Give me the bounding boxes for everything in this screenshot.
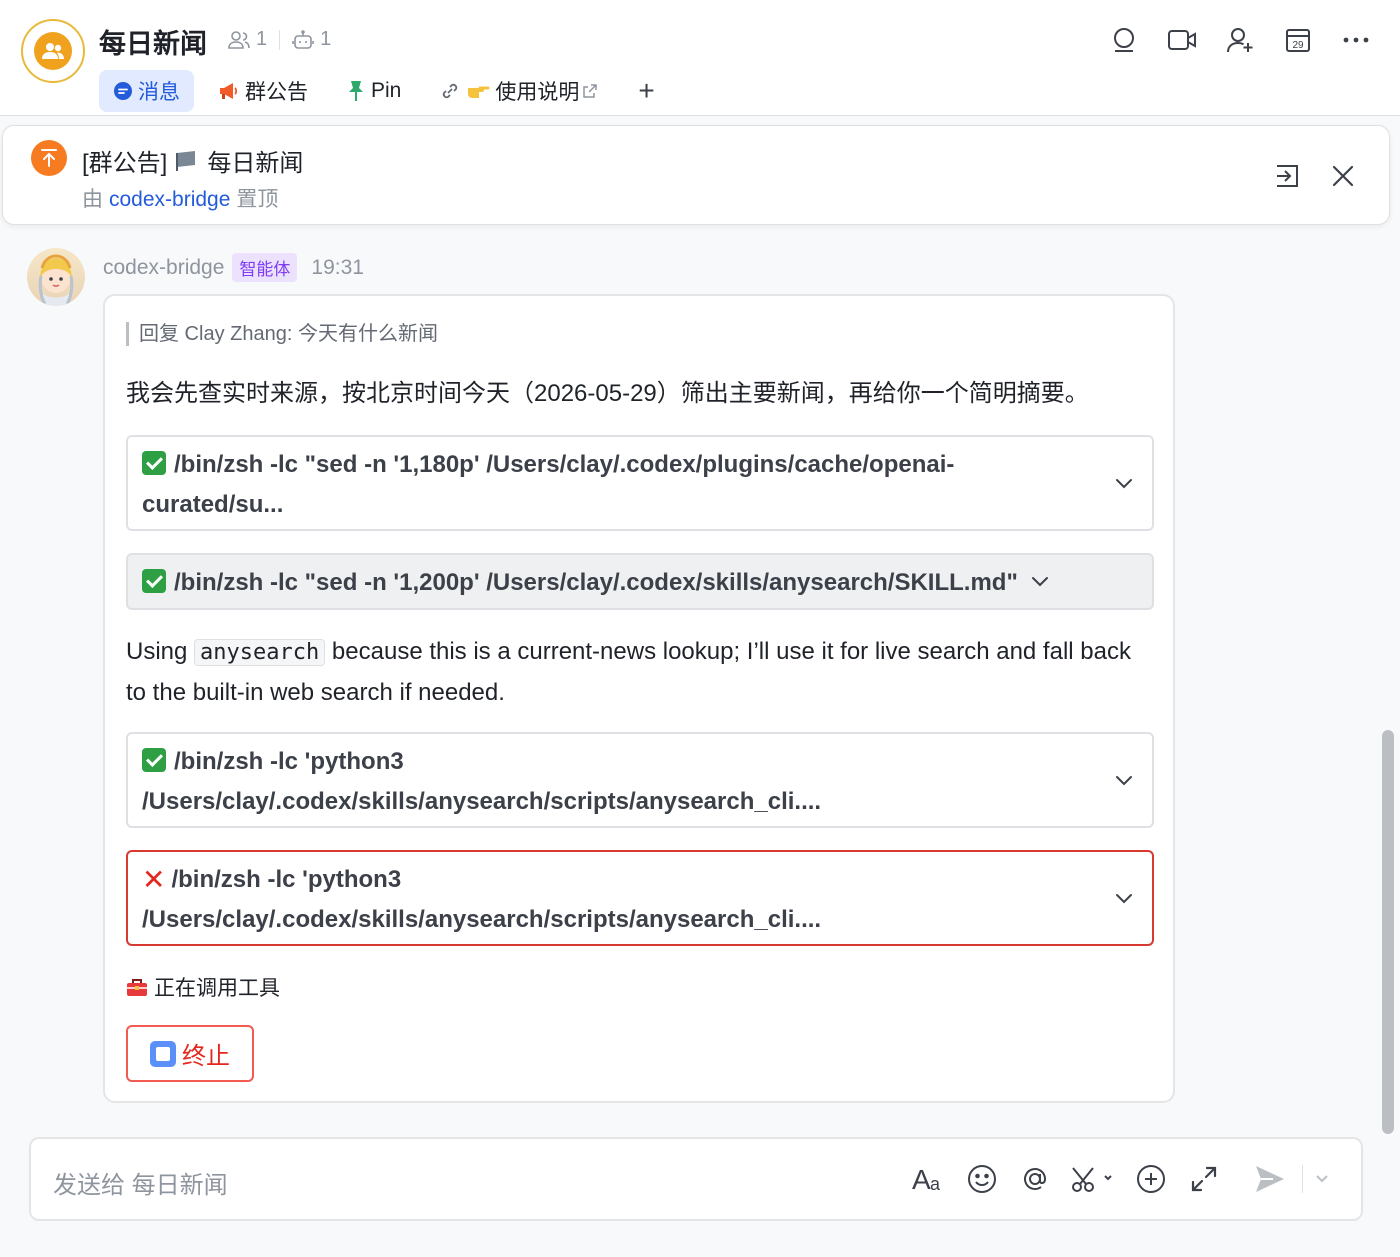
tool-command: /bin/zsh -lc "sed -n '1,180p' /Users/cla… bbox=[142, 451, 955, 518]
message-header: codex-bridge 智能体 19:31 bbox=[103, 253, 364, 282]
chat-meta: 1 1 bbox=[228, 28, 331, 51]
mention-icon[interactable] bbox=[1017, 1161, 1053, 1197]
tab-announcement[interactable]: 群公告 bbox=[204, 70, 322, 112]
calendar-day: 29 bbox=[1292, 40, 1304, 51]
send-icon[interactable] bbox=[1252, 1161, 1288, 1197]
chat-header: 每日新闻 1 1 29 消息 群公告 Pin 使用说明 + bbox=[0, 0, 1400, 116]
stop-button[interactable]: 终止 bbox=[126, 1025, 254, 1082]
pointing-hand-icon bbox=[466, 82, 490, 100]
tool-call-text: /bin/zsh -lc "sed -n '1,180p' /Users/cla… bbox=[142, 445, 1082, 525]
stop-label: 终止 bbox=[182, 1043, 230, 1070]
message-composer[interactable]: 发送给 每日新闻 Aa bbox=[29, 1137, 1363, 1221]
tool-call-card[interactable]: /bin/zsh -lc "sed -n '1,200p' /Users/cla… bbox=[126, 553, 1154, 610]
tool-call-text: ✕/bin/zsh -lc 'python3 /Users/clay/.code… bbox=[142, 860, 1082, 940]
scrollbar[interactable] bbox=[1382, 730, 1394, 1134]
pinned-by-user[interactable]: codex-bridge bbox=[109, 188, 230, 211]
toolbox-icon bbox=[126, 977, 148, 997]
svg-text:A: A bbox=[912, 1164, 931, 1194]
chevron-down-icon[interactable] bbox=[1114, 771, 1134, 789]
screenshot-scissors-icon[interactable] bbox=[1070, 1161, 1116, 1197]
composer-toolbar: Aa bbox=[894, 1161, 1333, 1197]
external-link-icon bbox=[583, 84, 598, 98]
announcement-tag: [群公告] bbox=[82, 150, 168, 177]
chat-bubble-icon bbox=[113, 81, 133, 101]
announcement-title: [群公告] 每日新闻 bbox=[82, 143, 303, 178]
pin-icon bbox=[346, 80, 366, 102]
chat-title[interactable]: 每日新闻 bbox=[99, 22, 207, 61]
success-check-icon bbox=[142, 748, 166, 772]
message-bubble: 回复 Clay Zhang: 今天有什么新闻 我会先查实时来源，按北京时间今天（… bbox=[103, 294, 1175, 1103]
bot-count: 1 bbox=[320, 28, 332, 50]
agent-badge: 智能体 bbox=[232, 253, 298, 282]
link-icon bbox=[439, 81, 461, 101]
chevron-down-icon[interactable] bbox=[1114, 889, 1134, 907]
emoji-icon[interactable] bbox=[964, 1161, 1000, 1197]
tab-label: 群公告 bbox=[245, 81, 308, 104]
tab-messages[interactable]: 消息 bbox=[99, 70, 194, 112]
stop-icon bbox=[150, 1040, 176, 1067]
sender-name[interactable]: codex-bridge bbox=[103, 256, 224, 280]
flag-icon bbox=[175, 150, 199, 172]
pinned-by-prefix: 由 bbox=[82, 188, 103, 211]
tool-call-card[interactable]: /bin/zsh -lc "sed -n '1,180p' /Users/cla… bbox=[126, 435, 1154, 531]
search-icon[interactable] bbox=[1108, 24, 1140, 56]
tool-command: /bin/zsh -lc "sed -n '1,200p' /Users/cla… bbox=[174, 569, 1018, 596]
tool-command: /bin/zsh -lc 'python3 /Users/clay/.codex… bbox=[142, 748, 822, 815]
chat-tabs: 消息 群公告 Pin 使用说明 + bbox=[99, 70, 667, 112]
send-options-chevron-icon[interactable] bbox=[1311, 1161, 1333, 1197]
tool-status: 正在调用工具 bbox=[126, 972, 280, 1002]
add-circle-icon[interactable] bbox=[1133, 1161, 1169, 1197]
calendar-icon[interactable]: 29 bbox=[1282, 24, 1314, 56]
announcement-pinned-by: 由 codex-bridge 置顶 bbox=[82, 183, 278, 213]
tab-usage-guide[interactable]: 使用说明 bbox=[425, 70, 616, 112]
inline-code: anysearch bbox=[194, 639, 326, 666]
font-format-icon[interactable]: Aa bbox=[911, 1161, 947, 1197]
explain-before: Using bbox=[126, 638, 188, 665]
member-count: 1 bbox=[256, 28, 268, 50]
expand-icon[interactable] bbox=[1186, 1161, 1222, 1197]
tab-label: Pin bbox=[371, 79, 402, 102]
group-avatar[interactable] bbox=[21, 19, 85, 83]
more-icon[interactable] bbox=[1340, 24, 1372, 56]
explanation-text: Using anysearch because this is a curren… bbox=[126, 632, 1136, 713]
tool-call-text: /bin/zsh -lc 'python3 /Users/clay/.codex… bbox=[142, 742, 1082, 822]
tab-label: 使用说明 bbox=[495, 81, 580, 104]
add-tab-button[interactable]: + bbox=[626, 75, 666, 107]
group-members-icon bbox=[34, 32, 72, 70]
tool-call-card[interactable]: /bin/zsh -lc 'python3 /Users/clay/.codex… bbox=[126, 732, 1154, 828]
header-actions: 29 bbox=[1082, 24, 1372, 56]
add-member-icon[interactable] bbox=[1224, 24, 1256, 56]
members-icon[interactable] bbox=[228, 30, 250, 50]
pinned-suffix: 置顶 bbox=[236, 188, 279, 211]
meta-divider bbox=[279, 29, 281, 50]
announcement-actions bbox=[1247, 160, 1359, 192]
video-call-icon[interactable] bbox=[1166, 24, 1198, 56]
intro-text: 我会先查实时来源，按北京时间今天（2026-05-29）筛出主要新闻，再给你一个… bbox=[126, 380, 1089, 407]
reply-quote[interactable]: 回复 Clay Zhang: 今天有什么新闻 bbox=[126, 322, 438, 346]
chevron-down-icon[interactable] bbox=[1030, 572, 1050, 590]
announcement-name: 每日新闻 bbox=[207, 150, 304, 177]
tool-command: /bin/zsh -lc 'python3 /Users/clay/.codex… bbox=[142, 866, 822, 933]
success-check-icon bbox=[142, 451, 166, 475]
megaphone-icon bbox=[218, 81, 240, 101]
tool-call-text: /bin/zsh -lc "sed -n '1,200p' /Users/cla… bbox=[142, 563, 1122, 603]
message-time: 19:31 bbox=[311, 255, 364, 279]
bot-icon[interactable] bbox=[292, 29, 314, 50]
tab-label: 消息 bbox=[138, 81, 180, 104]
chevron-down-icon[interactable] bbox=[1114, 474, 1134, 492]
status-text: 正在调用工具 bbox=[154, 977, 280, 1000]
collapse-icon[interactable] bbox=[1271, 160, 1303, 192]
composer-placeholder[interactable]: 发送给 每日新闻 bbox=[53, 1165, 228, 1200]
tool-call-card-error[interactable]: ✕/bin/zsh -lc 'python3 /Users/clay/.code… bbox=[126, 850, 1154, 946]
error-x-icon: ✕ bbox=[142, 864, 166, 895]
tab-pin[interactable]: Pin bbox=[332, 70, 415, 112]
svg-text:a: a bbox=[930, 1174, 941, 1194]
send-divider bbox=[1302, 1165, 1303, 1193]
pinned-announcement[interactable]: [群公告] 每日新闻 由 codex-bridge 置顶 bbox=[2, 125, 1390, 225]
close-icon[interactable] bbox=[1327, 160, 1359, 192]
sender-avatar[interactable] bbox=[27, 248, 85, 306]
pin-top-icon bbox=[31, 140, 67, 176]
success-check-icon bbox=[142, 569, 166, 593]
